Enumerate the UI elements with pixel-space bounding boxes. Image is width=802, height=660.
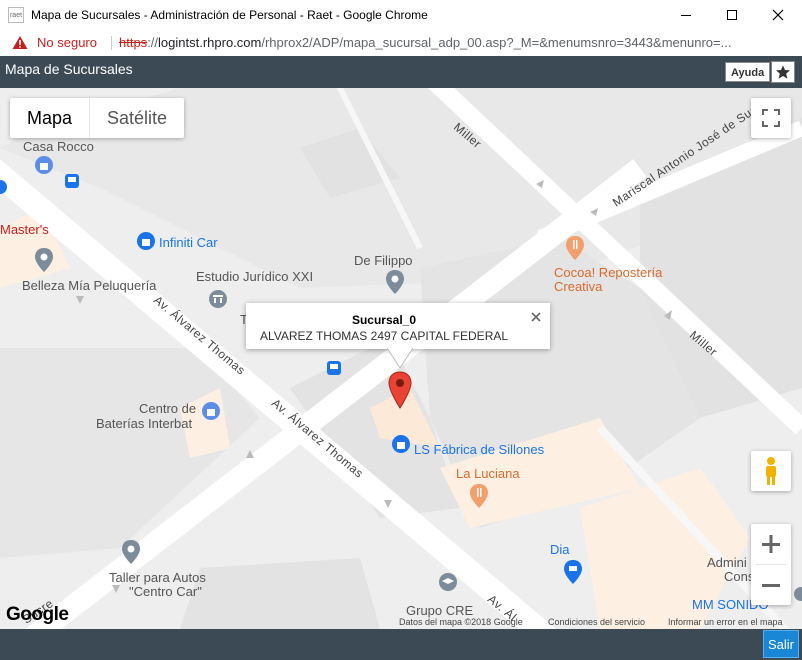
map-pin-icon[interactable] (121, 539, 141, 565)
help-button[interactable]: Ayuda (725, 62, 771, 82)
fullscreen-icon (762, 109, 780, 127)
poi-label[interactable]: "Centro Car" (129, 585, 202, 599)
pegman-icon (766, 457, 776, 485)
app-header: Mapa de Sucursales Ayuda (0, 56, 802, 88)
bank-icon[interactable] (208, 289, 228, 309)
url-text[interactable]: https://logintst.rhpro.com/rhprox2/ADP/m… (119, 35, 731, 50)
shopping-bag-icon[interactable] (34, 155, 54, 175)
url-host: logintst.rhpro.com (158, 35, 262, 50)
shopping-cart-icon[interactable] (563, 559, 583, 585)
url-scheme: https (119, 35, 148, 50)
map-type-satellite-button[interactable]: Satélite (89, 98, 184, 138)
info-window-pointer (387, 348, 413, 369)
poi-label[interactable]: Admini (707, 556, 747, 570)
map-pin-icon[interactable] (34, 247, 54, 273)
map-pin-icon[interactable] (0, 178, 8, 198)
window-titlebar: raet Mapa de Sucursales - Administración… (0, 0, 802, 31)
info-window: Sucursal_0 ALVAREZ THOMAS 2497 CAPITAL F… (246, 303, 550, 349)
security-label[interactable]: No seguro (37, 35, 97, 50)
map-pin-icon[interactable] (385, 269, 405, 295)
school-icon[interactable] (438, 572, 458, 592)
map-type-control[interactable]: Mapa Satélite (10, 98, 185, 138)
window-title: Mapa de Sucursales - Administración de P… (31, 8, 428, 22)
shopping-bag-icon[interactable] (201, 401, 221, 421)
map-type-map-button[interactable]: Mapa (10, 98, 89, 138)
shopping-bag-icon[interactable] (136, 231, 156, 251)
page-title: Mapa de Sucursales (5, 61, 133, 77)
favorite-button[interactable] (771, 61, 795, 83)
terms-link[interactable]: Condiciones del servicio (548, 617, 645, 627)
url-scheme-separator: :// (147, 35, 159, 50)
bus-stop-icon[interactable] (326, 360, 342, 376)
bus-stop-icon[interactable] (64, 173, 80, 189)
minimize-icon (681, 15, 691, 16)
poi-label[interactable]: Dia (550, 543, 570, 557)
poi-label[interactable]: Baterías Interbat (96, 417, 192, 431)
poi-label[interactable]: LS Fábrica de Sillones (414, 443, 544, 457)
poi-label[interactable]: Grupo CRE (406, 604, 473, 618)
zoom-control[interactable] (751, 524, 791, 605)
location-marker-icon[interactable] (388, 371, 412, 409)
bottom-bar: Salir (0, 629, 802, 660)
app-icon-text: raet (9, 12, 23, 19)
exit-button[interactable]: Salir (763, 630, 799, 658)
map-canvas[interactable]: Miller Miller Mariscal Antonio José de S… (0, 88, 802, 629)
report-error-link[interactable]: Informar un error en el mapa (668, 617, 783, 627)
maximize-icon (727, 10, 737, 20)
fullscreen-button[interactable] (751, 98, 791, 138)
map-data-attribution: Datos del mapa ©2018 Google (399, 617, 523, 627)
address-separator (111, 36, 112, 50)
restaurant-icon[interactable] (469, 483, 489, 509)
warning-icon (12, 36, 28, 49)
poi-label[interactable]: Master's (0, 223, 49, 237)
poi-label[interactable]: Belleza Mía Peluquería (22, 279, 156, 293)
address-bar[interactable]: No seguro https://logintst.rhpro.com/rhp… (0, 30, 802, 56)
map-pin-icon[interactable] (792, 585, 802, 609)
plus-icon (762, 535, 780, 553)
close-icon (772, 9, 784, 21)
poi-label[interactable]: Taller para Autos (109, 571, 206, 585)
street-view-button[interactable] (751, 451, 791, 491)
poi-label[interactable]: De Filippo (354, 254, 413, 268)
poi-label[interactable]: Infiniti Car (159, 236, 218, 250)
poi-label[interactable]: Estudio Jurídico XXI (196, 270, 313, 284)
poi-label[interactable]: Creativa (554, 280, 602, 294)
poi-label[interactable]: La Luciana (456, 467, 520, 481)
restaurant-icon[interactable] (565, 235, 585, 261)
google-logo[interactable]: Google (6, 604, 69, 626)
zoom-out-button[interactable] (751, 565, 791, 605)
app-icon: raet (8, 7, 24, 23)
info-window-title: Sucursal_0 (351, 313, 417, 327)
minimize-button[interactable] (663, 0, 709, 30)
info-window-address: ALVAREZ THOMAS 2497 CAPITAL FEDERAL (259, 329, 509, 343)
zoom-in-button[interactable] (751, 524, 791, 564)
shopping-bag-icon[interactable] (391, 434, 411, 454)
close-icon[interactable] (530, 311, 542, 323)
star-icon (776, 65, 790, 79)
poi-label[interactable]: Cocoa! Repostería (554, 266, 662, 280)
url-path: /rhprox2/ADP/mapa_sucursal_adp_00.asp?_M… (261, 35, 732, 50)
poi-label[interactable]: Centro de (139, 402, 196, 416)
maximize-button[interactable] (709, 0, 755, 30)
minus-icon (762, 584, 780, 587)
close-window-button[interactable] (755, 0, 801, 30)
poi-label[interactable]: Casa Rocco (23, 140, 94, 154)
